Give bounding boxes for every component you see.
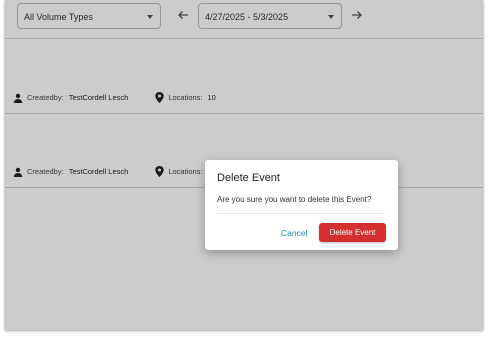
delete-event-button[interactable]: Delete Event — [319, 223, 386, 242]
dialog-title: Delete Event — [217, 172, 280, 184]
app-window: All Volume Types 4/27/2025 - 5/3/2025 Cr… — [5, 0, 483, 330]
cancel-button[interactable]: Cancel — [277, 224, 311, 242]
delete-event-dialog: Delete Event Are you sure you want to de… — [205, 160, 398, 250]
dialog-divider — [217, 213, 385, 214]
dialog-message: Are you sure you want to delete this Eve… — [217, 195, 372, 204]
